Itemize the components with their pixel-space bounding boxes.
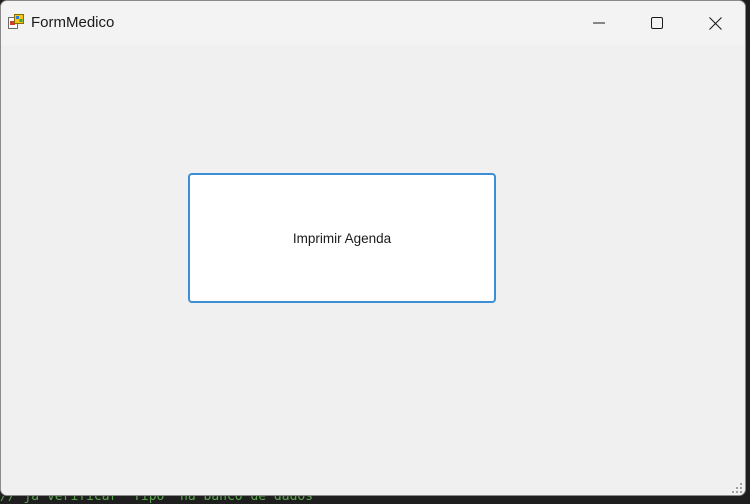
formmedico-window: FormMedico Imprimir Agenda bbox=[0, 0, 746, 496]
maximize-button[interactable] bbox=[628, 1, 686, 45]
title-bar[interactable]: FormMedico bbox=[1, 1, 745, 45]
app-icon[interactable] bbox=[8, 14, 24, 30]
close-button[interactable] bbox=[686, 1, 744, 45]
window-title: FormMedico bbox=[31, 14, 115, 31]
form-client-area: Imprimir Agenda bbox=[1, 45, 745, 495]
resize-grip-icon[interactable] bbox=[731, 481, 743, 493]
minimize-button[interactable] bbox=[570, 1, 628, 45]
minimize-icon bbox=[593, 17, 605, 29]
maximize-icon bbox=[651, 17, 663, 29]
print-agenda-button[interactable]: Imprimir Agenda bbox=[188, 173, 496, 303]
background-code-line: // ja verificar "Tipo" na banco de dados bbox=[0, 496, 314, 504]
background-editor-strip: // ja verificar "Tipo" na banco de dados bbox=[0, 496, 750, 504]
close-icon bbox=[708, 16, 722, 30]
